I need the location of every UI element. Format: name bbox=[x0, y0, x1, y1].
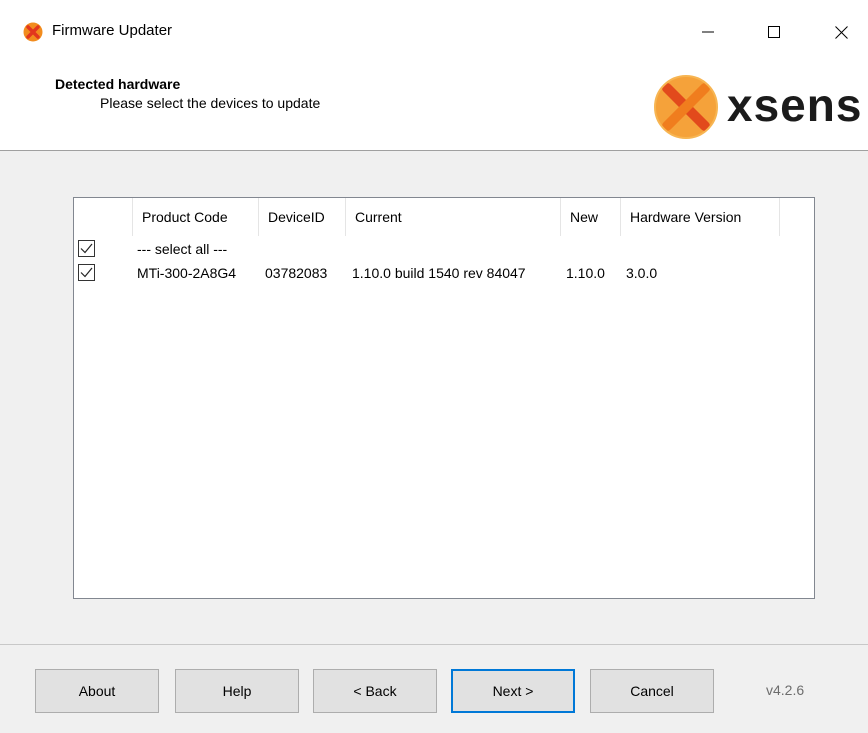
cell-current-version: 1.10.0 build 1540 rev 84047 bbox=[352, 265, 526, 281]
close-button[interactable] bbox=[818, 14, 864, 50]
xsens-app-icon bbox=[23, 22, 43, 42]
column-header-current[interactable]: Current bbox=[346, 198, 561, 236]
select-all-row[interactable]: --- select all --- bbox=[74, 238, 814, 260]
minimize-icon bbox=[702, 31, 714, 33]
select-all-checkbox[interactable] bbox=[78, 240, 95, 257]
back-button[interactable]: < Back bbox=[313, 669, 437, 713]
window-title: Firmware Updater bbox=[52, 22, 173, 39]
cancel-button[interactable]: Cancel bbox=[590, 669, 714, 713]
close-icon bbox=[834, 25, 848, 39]
header-title: Detected hardware bbox=[55, 76, 181, 92]
device-checkbox[interactable] bbox=[78, 264, 95, 281]
column-header-device-id[interactable]: DeviceID bbox=[259, 198, 346, 236]
maximize-icon bbox=[768, 26, 780, 38]
version-label: v4.2.6 bbox=[766, 682, 805, 698]
about-button[interactable]: About bbox=[35, 669, 159, 713]
next-button[interactable]: Next > bbox=[451, 669, 575, 713]
checkmark-icon bbox=[80, 267, 93, 278]
title-bar: Firmware Updater bbox=[0, 0, 868, 64]
logo-text: xsens bbox=[727, 79, 863, 131]
cell-hardware-version: 3.0.0 bbox=[626, 265, 658, 281]
column-header-hardware-version[interactable]: Hardware Version bbox=[621, 198, 780, 236]
help-button[interactable]: Help bbox=[175, 669, 299, 713]
column-header-checkbox[interactable] bbox=[74, 198, 133, 236]
wizard-header: Detected hardware Please select the devi… bbox=[0, 64, 868, 151]
device-list[interactable]: Product Code DeviceID Current New Hardwa… bbox=[73, 197, 815, 599]
cell-new-version: 1.10.0 bbox=[566, 265, 605, 281]
xsens-logo: xsens bbox=[653, 70, 868, 142]
table-row[interactable]: MTi-300-2A8G4 03782083 1.10.0 build 1540… bbox=[74, 262, 814, 284]
cell-product-code: MTi-300-2A8G4 bbox=[137, 265, 237, 281]
firmware-updater-window: Firmware Updater Detected hardware Pleas… bbox=[0, 0, 868, 733]
column-header-product-code[interactable]: Product Code bbox=[133, 198, 259, 236]
checkmark-icon bbox=[80, 243, 93, 254]
xsens-logo-icon bbox=[654, 75, 718, 139]
cell-device-id: 03782083 bbox=[265, 265, 328, 281]
footer-divider bbox=[0, 644, 868, 645]
select-all-label: --- select all --- bbox=[137, 241, 228, 257]
column-header-new[interactable]: New bbox=[561, 198, 621, 236]
maximize-button[interactable] bbox=[751, 14, 797, 50]
header-subtitle: Please select the devices to update bbox=[100, 95, 321, 111]
minimize-button[interactable] bbox=[685, 14, 731, 50]
